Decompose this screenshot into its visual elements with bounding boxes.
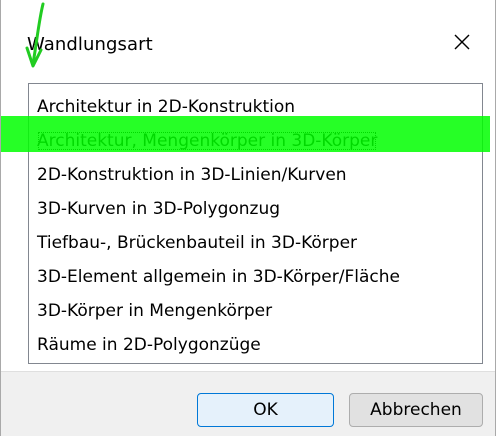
dialog-window: Wandlungsart Architektur in 2D-Konstrukt…: [0, 0, 496, 436]
cancel-button[interactable]: Abbrechen: [349, 393, 483, 427]
close-button[interactable]: [441, 26, 483, 62]
dialog-title: Wandlungsart: [27, 34, 153, 55]
title-bar: Wandlungsart: [1, 0, 495, 80]
list-item[interactable]: Architektur in 2D-Konstruktion: [29, 90, 482, 124]
list-item[interactable]: 3D-Körper in Mengenkörper: [29, 294, 482, 328]
list-item[interactable]: 3D-Element allgemein in 3D-Körper/Fläche: [29, 260, 482, 294]
list-item[interactable]: Tiefbau-, Brückenbauteil in 3D-Körper: [29, 226, 482, 260]
list-item[interactable]: Räume in 2D-Polygonzüge: [29, 328, 482, 362]
close-icon: [453, 33, 471, 55]
list-item-selected[interactable]: Architektur, Mengenkörper in 3D-Körper: [29, 124, 482, 158]
button-bar: OK Abbrechen: [1, 371, 495, 436]
ok-button[interactable]: OK: [197, 393, 334, 427]
conversion-type-list[interactable]: Architektur in 2D-Konstruktion Architekt…: [28, 83, 483, 364]
list-item[interactable]: 3D-Kurven in 3D-Polygonzug: [29, 192, 482, 226]
list-item[interactable]: 2D-Konstruktion in 3D-Linien/Kurven: [29, 158, 482, 192]
